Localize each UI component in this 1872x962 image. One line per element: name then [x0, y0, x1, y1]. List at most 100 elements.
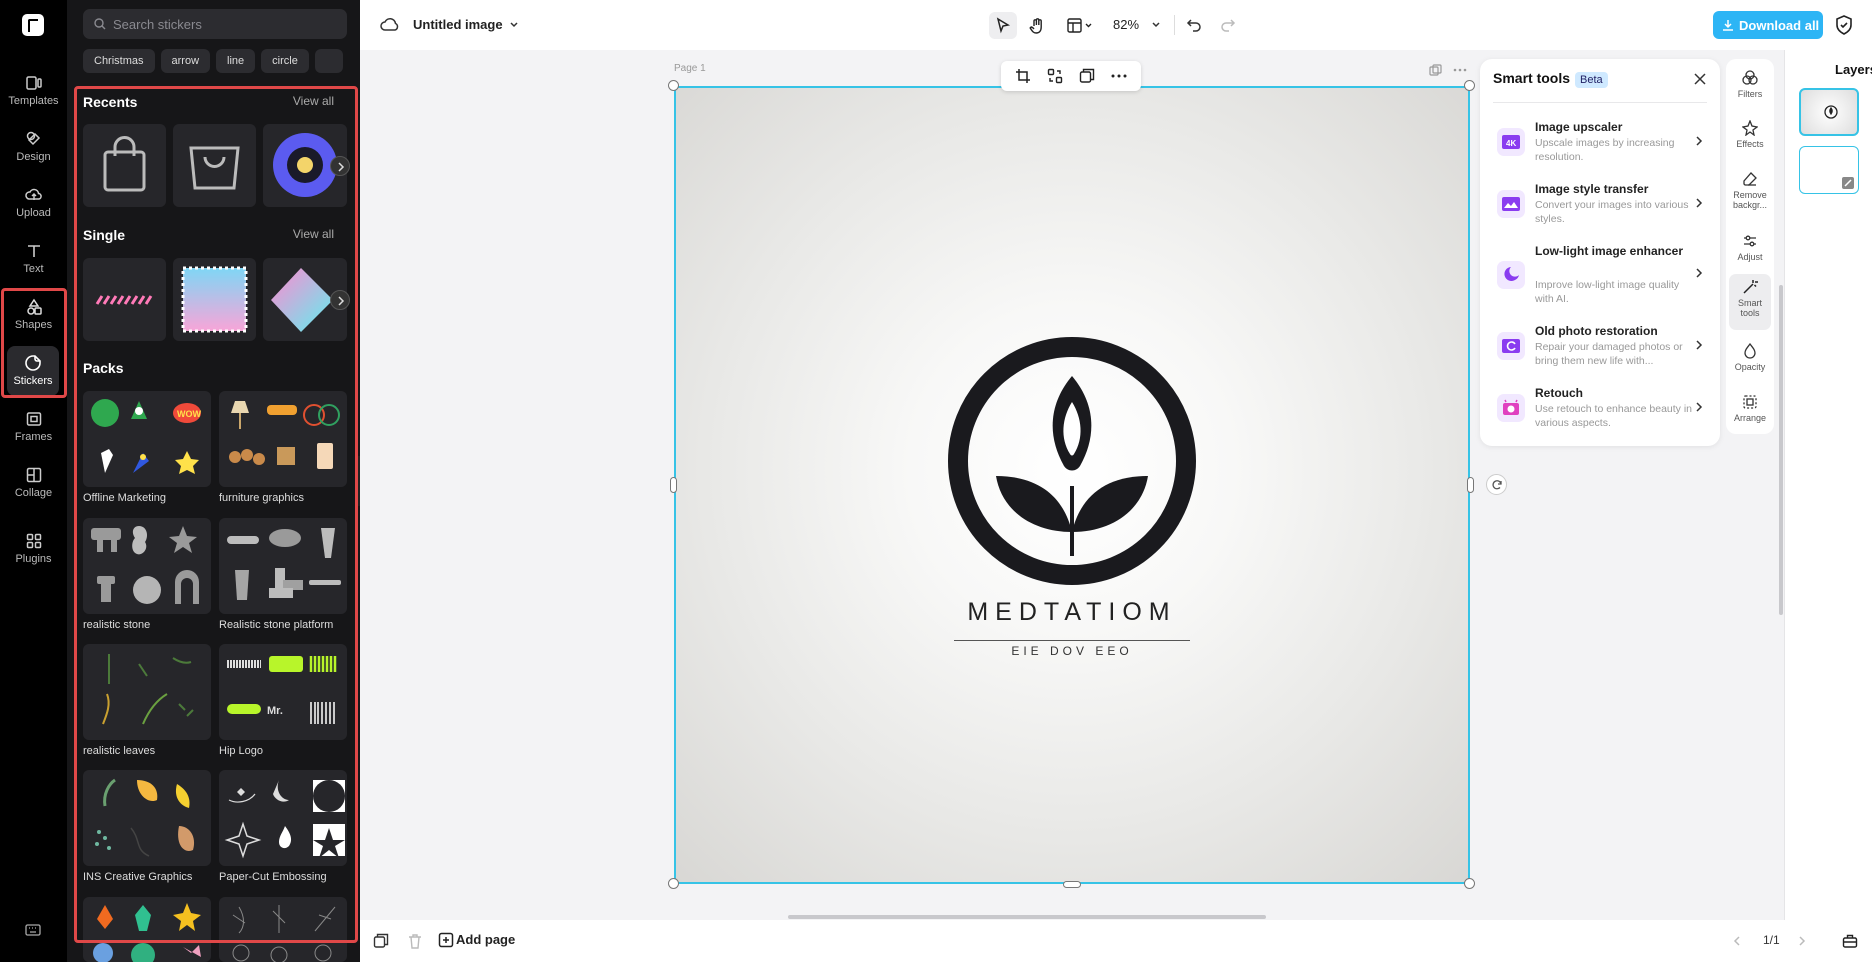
chip-arrow[interactable]: arrow: [160, 49, 211, 73]
rail-smart-tools[interactable]: Smart tools: [1729, 274, 1771, 330]
single-next-arrow[interactable]: [330, 290, 350, 310]
chevron-down-icon[interactable]: [1151, 20, 1161, 30]
chip-christmas[interactable]: Christmas: [83, 49, 155, 73]
selection-frame[interactable]: [674, 86, 1470, 884]
tool-description: Improve low-light image quality with AI.: [1535, 279, 1680, 305]
pack-realistic-stone-platform[interactable]: [219, 518, 347, 614]
tool-old-photo-restoration[interactable]: Old photo restoration Repair your damage…: [1480, 323, 1720, 383]
undo-icon[interactable]: [1186, 17, 1202, 33]
keyboard-icon[interactable]: [25, 923, 41, 937]
nav-upload[interactable]: Upload: [0, 186, 67, 236]
single-sticker-stamp[interactable]: [173, 258, 256, 341]
resize-handle-left[interactable]: [670, 477, 677, 493]
rail-remove-background[interactable]: Remove backgr...: [1729, 166, 1771, 224]
pack-ins-creative-graphics[interactable]: [83, 770, 211, 866]
pack-paper-cut-embossing[interactable]: [219, 770, 347, 866]
crop-icon[interactable]: [1015, 68, 1031, 84]
recents-next-arrow[interactable]: [330, 156, 350, 176]
tool-retouch[interactable]: Retouch Use retouch to enhance beauty in…: [1480, 385, 1720, 445]
duplicate-page-icon[interactable]: [373, 933, 389, 949]
resize-handle-top-left[interactable]: [668, 80, 679, 91]
nav-frames[interactable]: Frames: [0, 410, 67, 460]
resize-handle-top-right[interactable]: [1464, 80, 1475, 91]
pack-more-1[interactable]: [83, 897, 211, 962]
filters-icon: [1742, 70, 1758, 85]
chevron-down-icon[interactable]: [509, 20, 519, 30]
horizontal-scrollbar[interactable]: [788, 915, 1266, 919]
nav-label: Templates: [8, 95, 59, 107]
tool-image-upscaler[interactable]: 4K Image upscaler Upscale images by incr…: [1480, 119, 1720, 179]
single-sticker-stripes[interactable]: [83, 258, 166, 341]
recents-view-all[interactable]: View all: [293, 94, 334, 108]
nav-design[interactable]: Design: [0, 130, 67, 180]
page-more-icon[interactable]: [1453, 68, 1467, 72]
recent-sticker-bag[interactable]: [83, 124, 166, 207]
download-all-button[interactable]: Download all: [1713, 11, 1823, 39]
duplicate-icon[interactable]: [1079, 68, 1095, 84]
duplicate-page-icon[interactable]: [1429, 64, 1443, 76]
nav-text[interactable]: Text: [0, 242, 67, 292]
single-view-all[interactable]: View all: [293, 227, 334, 241]
rotate-handle[interactable]: [1486, 474, 1507, 495]
trash-icon[interactable]: [408, 933, 422, 949]
vertical-scrollbar[interactable]: [1779, 285, 1783, 615]
rail-label: Remove backgr...: [1732, 190, 1768, 210]
pack-preview: WOW: [91, 399, 201, 474]
chip-line[interactable]: line: [216, 49, 256, 73]
app-logo[interactable]: [22, 14, 44, 36]
nav-templates[interactable]: Templates: [0, 74, 67, 124]
layer-thumbnail-image[interactable]: [1799, 88, 1859, 136]
pack-more-2[interactable]: [219, 897, 347, 962]
resize-handle-bottom[interactable]: [1063, 881, 1081, 888]
pack-furniture-graphics[interactable]: [219, 391, 347, 487]
page-indicator: 1/1: [1763, 933, 1780, 947]
nav-stickers[interactable]: Stickers: [7, 346, 59, 396]
rail-filters[interactable]: Filters: [1729, 65, 1771, 115]
redo-icon[interactable]: [1220, 17, 1236, 33]
nav-shapes[interactable]: Shapes: [0, 298, 67, 348]
hand-tool[interactable]: [1023, 12, 1051, 39]
search-input[interactable]: Search stickers: [83, 9, 347, 39]
search-icon: [94, 18, 106, 30]
pack-hip-logo[interactable]: Mr.: [219, 644, 347, 740]
resize-handle-bottom-right[interactable]: [1464, 878, 1475, 889]
next-page-icon[interactable]: [1797, 935, 1807, 947]
briefcase-icon[interactable]: [1842, 933, 1858, 949]
shield-check-icon[interactable]: [1835, 15, 1853, 35]
rail-opacity[interactable]: Opacity: [1729, 338, 1771, 388]
rail-effects[interactable]: Effects: [1729, 115, 1771, 165]
smart-tools-header: Smart tools Beta: [1493, 70, 1608, 88]
shopping-bag-icon: [103, 136, 146, 192]
pack-realistic-stone[interactable]: [83, 518, 211, 614]
cloud-save-icon[interactable]: [380, 16, 400, 32]
add-page-button[interactable]: Add page: [456, 932, 515, 947]
tool-low-light-enhancer[interactable]: Low-light image enhancer Improve low-lig…: [1480, 243, 1720, 319]
document-title[interactable]: Untitled image: [413, 17, 503, 32]
recent-sticker-bag-outline[interactable]: [173, 124, 256, 207]
close-icon[interactable]: [1694, 73, 1706, 85]
smart-tools-panel: Smart tools Beta 4K Image upscaler Upscal…: [1480, 59, 1720, 446]
rail-arrange[interactable]: Arrange: [1729, 389, 1771, 439]
layer-thumbnail-background[interactable]: [1799, 146, 1859, 194]
pack-preview: [91, 526, 199, 604]
pack-realistic-leaves[interactable]: [83, 644, 211, 740]
tool-image-style-transfer[interactable]: Image style transfer Convert your images…: [1480, 181, 1720, 241]
add-page-icon[interactable]: [438, 932, 454, 948]
replace-icon[interactable]: [1047, 68, 1063, 84]
rail-adjust[interactable]: Adjust: [1729, 228, 1771, 278]
resize-handle-bottom-left[interactable]: [668, 878, 679, 889]
chip-more[interactable]: [314, 49, 343, 73]
nav-collage[interactable]: Collage: [0, 466, 67, 516]
chip-circle[interactable]: circle: [261, 49, 309, 73]
zoom-level[interactable]: 82%: [1113, 17, 1139, 32]
pack-label: realistic leaves: [83, 745, 156, 757]
more-icon[interactable]: [1111, 74, 1127, 78]
packs-title: Packs: [83, 360, 124, 376]
pack-offline-marketing[interactable]: WOW: [83, 391, 211, 487]
nav-plugins[interactable]: Plugins: [0, 532, 67, 582]
resize-handle-right[interactable]: [1467, 477, 1474, 493]
select-tool[interactable]: [989, 12, 1017, 39]
prev-page-icon[interactable]: [1732, 935, 1742, 947]
floating-toolbar: [1001, 61, 1141, 91]
layout-tool[interactable]: [1062, 12, 1098, 39]
